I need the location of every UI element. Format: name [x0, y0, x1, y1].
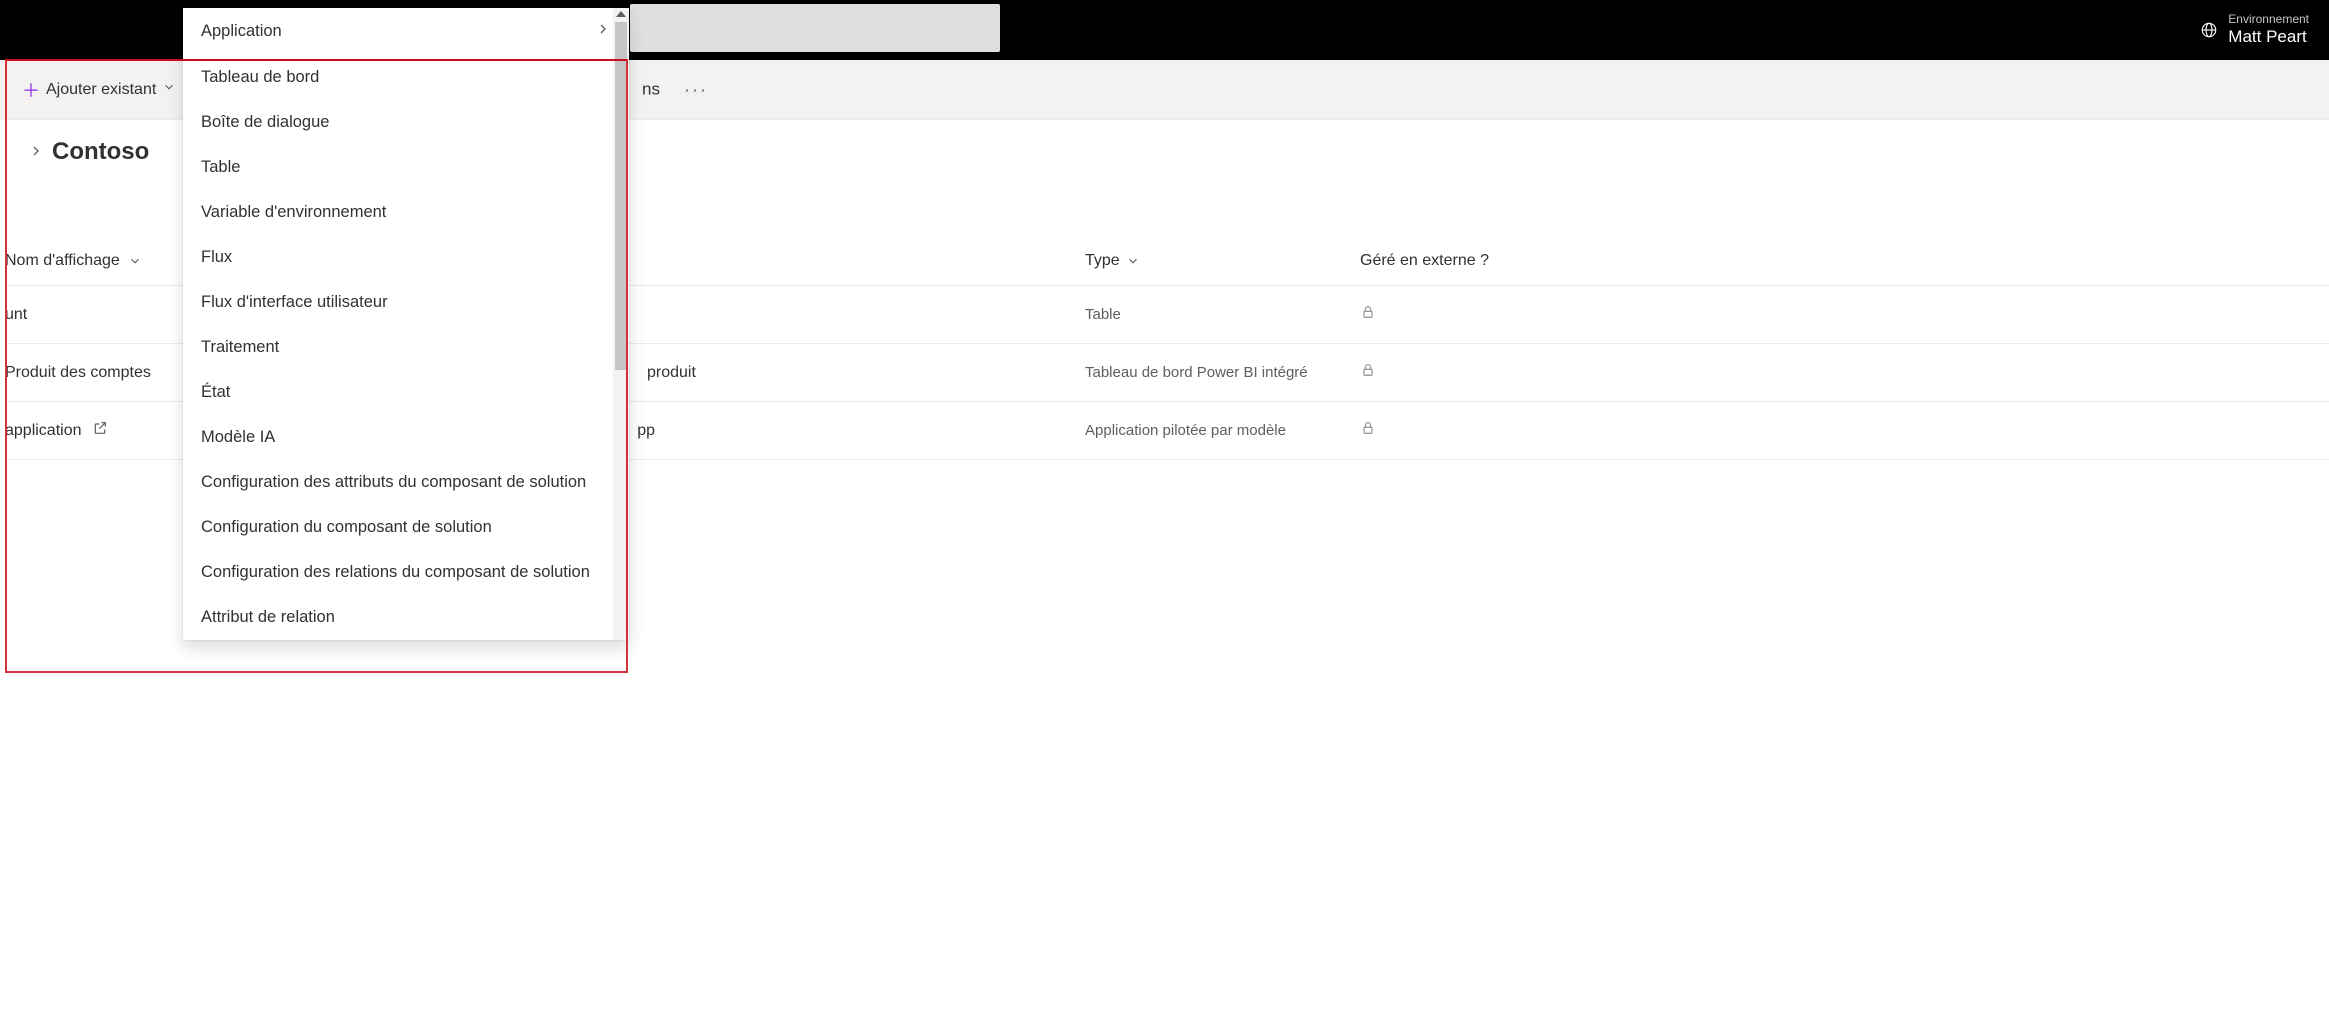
menu-item[interactable]: Configuration des relations du composant… — [183, 550, 629, 595]
menu-item-label: État — [201, 383, 230, 402]
menu-item-label: Variable d'environnement — [201, 203, 386, 222]
menu-item-label: Attribut de relation — [201, 608, 335, 627]
menu-item-label: Application — [201, 22, 282, 41]
search-box[interactable] — [630, 4, 1000, 52]
environment-selector[interactable]: Environnement Matt Peart — [2200, 13, 2309, 46]
column-header-type[interactable]: Type — [1085, 252, 1360, 270]
row-type: Table — [1085, 306, 1360, 323]
menu-item[interactable]: Attribut de relation — [183, 595, 629, 640]
more-commands-button[interactable]: ··· — [684, 79, 708, 100]
plus-icon: ＋ — [22, 77, 40, 103]
row-name: application — [5, 422, 82, 440]
chevron-down-icon — [128, 254, 142, 268]
menu-list: Application Tableau de bord Boîte de dialo… — [183, 8, 629, 640]
command-bar-trailing: ns ··· — [642, 79, 708, 100]
menu-item-label: Traitement — [201, 338, 279, 357]
menu-item-label: Boîte de dialogue — [201, 113, 329, 132]
chevron-down-icon — [162, 80, 176, 99]
menu-item-label: Configuration des relations du composant… — [201, 563, 590, 582]
environment-name: Matt Peart — [2228, 27, 2309, 47]
globe-icon — [2200, 21, 2218, 39]
command-bar-partial-text: ns — [642, 80, 660, 100]
column-header-managed[interactable]: Géré en externe ? — [1360, 252, 1580, 270]
add-existing-button[interactable]: ＋ Ajouter existant — [10, 69, 188, 111]
chevron-right-icon — [595, 21, 611, 42]
menu-item[interactable]: Flux d'interface utilisateur — [183, 280, 629, 325]
add-existing-label: Ajouter existant — [46, 81, 156, 99]
menu-item[interactable]: Boîte de dialogue — [183, 100, 629, 145]
menu-item-label: Flux — [201, 248, 232, 267]
menu-item-label: Modèle IA — [201, 428, 275, 447]
menu-item[interactable]: Configuration du composant de solution — [183, 505, 629, 550]
lock-icon — [1360, 365, 1376, 382]
menu-item[interactable]: Table — [183, 145, 629, 190]
menu-item[interactable]: Application — [183, 8, 629, 55]
menu-item-label: Flux d'interface utilisateur — [201, 293, 388, 312]
menu-item[interactable]: Modèle IA — [183, 415, 629, 460]
menu-item[interactable]: Tableau de bord — [183, 55, 629, 100]
environment-label: Environnement — [2228, 13, 2309, 27]
lock-icon — [1360, 423, 1376, 440]
environment-text: Environnement Matt Peart — [2228, 13, 2309, 46]
chevron-right-icon[interactable] — [28, 143, 44, 162]
menu-item-label: Tableau de bord — [201, 68, 319, 87]
page-title: Contoso — [52, 138, 149, 166]
row-name-suffix: pp — [637, 422, 655, 440]
menu-item-label: Table — [201, 158, 240, 177]
scroll-up-arrow-icon[interactable] — [616, 11, 626, 17]
lock-icon — [1360, 307, 1376, 324]
menu-item-label: Configuration du composant de solution — [201, 518, 492, 537]
chevron-down-icon — [1126, 254, 1140, 268]
menu-item-label: Configuration des attributs du composant… — [201, 473, 586, 492]
menu-item[interactable]: Variable d'environnement — [183, 190, 629, 235]
row-name-suffix: produit — [647, 364, 696, 382]
row-name: unt — [5, 306, 27, 324]
scrollbar[interactable] — [613, 8, 629, 640]
add-existing-menu: Application Tableau de bord Boîte de dialo… — [183, 8, 629, 640]
row-type: Application pilotée par modèle — [1085, 422, 1360, 439]
menu-item[interactable]: Configuration des attributs du composant… — [183, 460, 629, 505]
menu-item[interactable]: État — [183, 370, 629, 415]
external-link-icon[interactable] — [92, 420, 108, 441]
scroll-thumb[interactable] — [615, 22, 627, 370]
row-type: Tableau de bord Power BI intégré — [1085, 364, 1360, 381]
menu-item[interactable]: Flux — [183, 235, 629, 280]
menu-item[interactable]: Traitement — [183, 325, 629, 370]
